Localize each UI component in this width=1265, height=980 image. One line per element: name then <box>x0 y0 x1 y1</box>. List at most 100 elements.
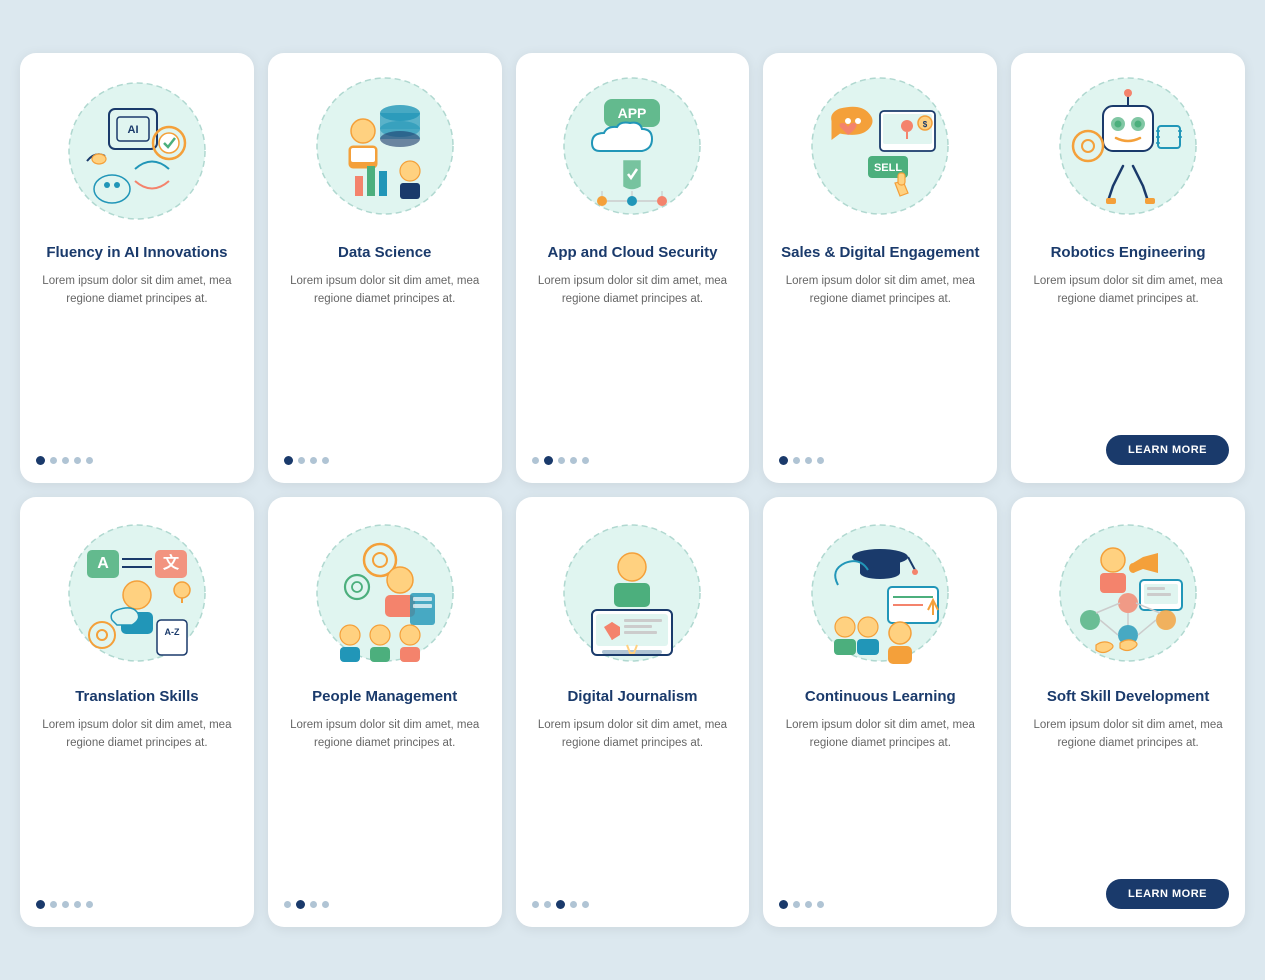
card-footer <box>36 900 238 909</box>
illustration-translation: A 文 A-Z <box>57 515 217 675</box>
card-desc: Lorem ipsum dolor sit dim amet, mea regi… <box>1027 717 1229 865</box>
dot-active <box>296 900 305 909</box>
dot <box>532 457 539 464</box>
svg-text:APP: APP <box>618 105 647 121</box>
dot <box>558 457 565 464</box>
illustration-app-cloud: APP <box>552 71 712 231</box>
svg-text:$: $ <box>923 120 928 129</box>
dot <box>570 901 577 908</box>
dots <box>36 900 93 909</box>
dot <box>62 457 69 464</box>
dots <box>532 456 589 465</box>
dot <box>582 457 589 464</box>
card-translation: A 文 A-Z <box>20 497 254 927</box>
dot <box>284 901 291 908</box>
dot <box>817 457 824 464</box>
dot <box>817 901 824 908</box>
card-title: Soft Skill Development <box>1047 687 1210 707</box>
dot-active <box>36 456 45 465</box>
dot <box>793 457 800 464</box>
card-app-cloud: APP App and Cloud Security Lorem ipsum d… <box>516 53 750 483</box>
illustration-learning <box>800 515 960 675</box>
dot <box>50 901 57 908</box>
card-ai-innovations: AI Fluency in AI Innovations Lorem i <box>20 53 254 483</box>
dot <box>805 901 812 908</box>
card-title: Translation Skills <box>75 687 198 707</box>
dots <box>284 900 329 909</box>
card-footer: LEARN MORE <box>1027 435 1229 465</box>
card-people-management: People Management Lorem ipsum dolor sit … <box>268 497 502 927</box>
cards-grid: AI Fluency in AI Innovations Lorem i <box>20 53 1245 927</box>
dot <box>322 457 329 464</box>
card-desc: Lorem ipsum dolor sit dim amet, mea regi… <box>532 273 734 442</box>
learn-more-button-soft-skill[interactable]: LEARN MORE <box>1106 879 1229 909</box>
card-footer <box>532 900 734 909</box>
card-footer <box>284 900 486 909</box>
illustration-ai: AI <box>57 71 217 231</box>
card-desc: Lorem ipsum dolor sit dim amet, mea regi… <box>284 717 486 886</box>
dot <box>793 901 800 908</box>
card-footer <box>36 456 238 465</box>
dot <box>86 901 93 908</box>
dot <box>62 901 69 908</box>
dot <box>570 457 577 464</box>
dot <box>310 457 317 464</box>
learn-more-button-robotics[interactable]: LEARN MORE <box>1106 435 1229 465</box>
card-robotics: Robotics Engineering Lorem ipsum dolor s… <box>1011 53 1245 483</box>
card-footer <box>779 900 981 909</box>
card-footer <box>284 456 486 465</box>
card-sales-digital: $ SELL Sales & Digital Engagement Lorem … <box>763 53 997 483</box>
svg-text:A-Z: A-Z <box>164 627 179 637</box>
card-title: Sales & Digital Engagement <box>781 243 979 263</box>
card-desc: Lorem ipsum dolor sit dim amet, mea regi… <box>284 273 486 442</box>
card-footer <box>532 456 734 465</box>
card-soft-skill: Soft Skill Development Lorem ipsum dolor… <box>1011 497 1245 927</box>
card-digital-journalism: Digital Journalism Lorem ipsum dolor sit… <box>516 497 750 927</box>
card-desc: Lorem ipsum dolor sit dim amet, mea regi… <box>779 717 981 886</box>
card-title: People Management <box>312 687 457 707</box>
dot <box>310 901 317 908</box>
card-desc: Lorem ipsum dolor sit dim amet, mea regi… <box>36 717 238 886</box>
dot <box>582 901 589 908</box>
card-desc: Lorem ipsum dolor sit dim amet, mea regi… <box>36 273 238 442</box>
card-title: Robotics Engineering <box>1051 243 1206 263</box>
dot <box>50 457 57 464</box>
card-footer: LEARN MORE <box>1027 879 1229 909</box>
svg-text:SELL: SELL <box>874 162 902 174</box>
svg-text:A: A <box>97 555 109 572</box>
illustration-data-science <box>305 71 465 231</box>
dot <box>74 901 81 908</box>
dots <box>779 900 824 909</box>
card-title: Digital Journalism <box>567 687 697 707</box>
card-title: App and Cloud Security <box>547 243 717 263</box>
card-title: Fluency in AI Innovations <box>46 243 227 263</box>
svg-text:文: 文 <box>163 553 180 572</box>
card-footer <box>779 456 981 465</box>
card-desc: Lorem ipsum dolor sit dim amet, mea regi… <box>532 717 734 886</box>
illustration-people <box>305 515 465 675</box>
dot-active <box>544 456 553 465</box>
dot-active <box>36 900 45 909</box>
illustration-soft-skill <box>1048 515 1208 675</box>
card-title: Data Science <box>338 243 431 263</box>
dot <box>74 457 81 464</box>
card-desc: Lorem ipsum dolor sit dim amet, mea regi… <box>779 273 981 442</box>
illustration-journalism <box>552 515 712 675</box>
dot <box>532 901 539 908</box>
dot <box>298 457 305 464</box>
card-title: Continuous Learning <box>805 687 956 707</box>
dot <box>322 901 329 908</box>
dot <box>544 901 551 908</box>
dots <box>36 456 93 465</box>
illustration-sales: $ SELL <box>800 71 960 231</box>
card-desc: Lorem ipsum dolor sit dim amet, mea regi… <box>1027 273 1229 421</box>
svg-text:AI: AI <box>127 124 138 136</box>
dot-active <box>556 900 565 909</box>
dot-active <box>284 456 293 465</box>
dots <box>284 456 329 465</box>
card-data-science: Data Science Lorem ipsum dolor sit dim a… <box>268 53 502 483</box>
card-continuous-learning: Continuous Learning Lorem ipsum dolor si… <box>763 497 997 927</box>
dot-active <box>779 900 788 909</box>
dots <box>532 900 589 909</box>
dot <box>805 457 812 464</box>
